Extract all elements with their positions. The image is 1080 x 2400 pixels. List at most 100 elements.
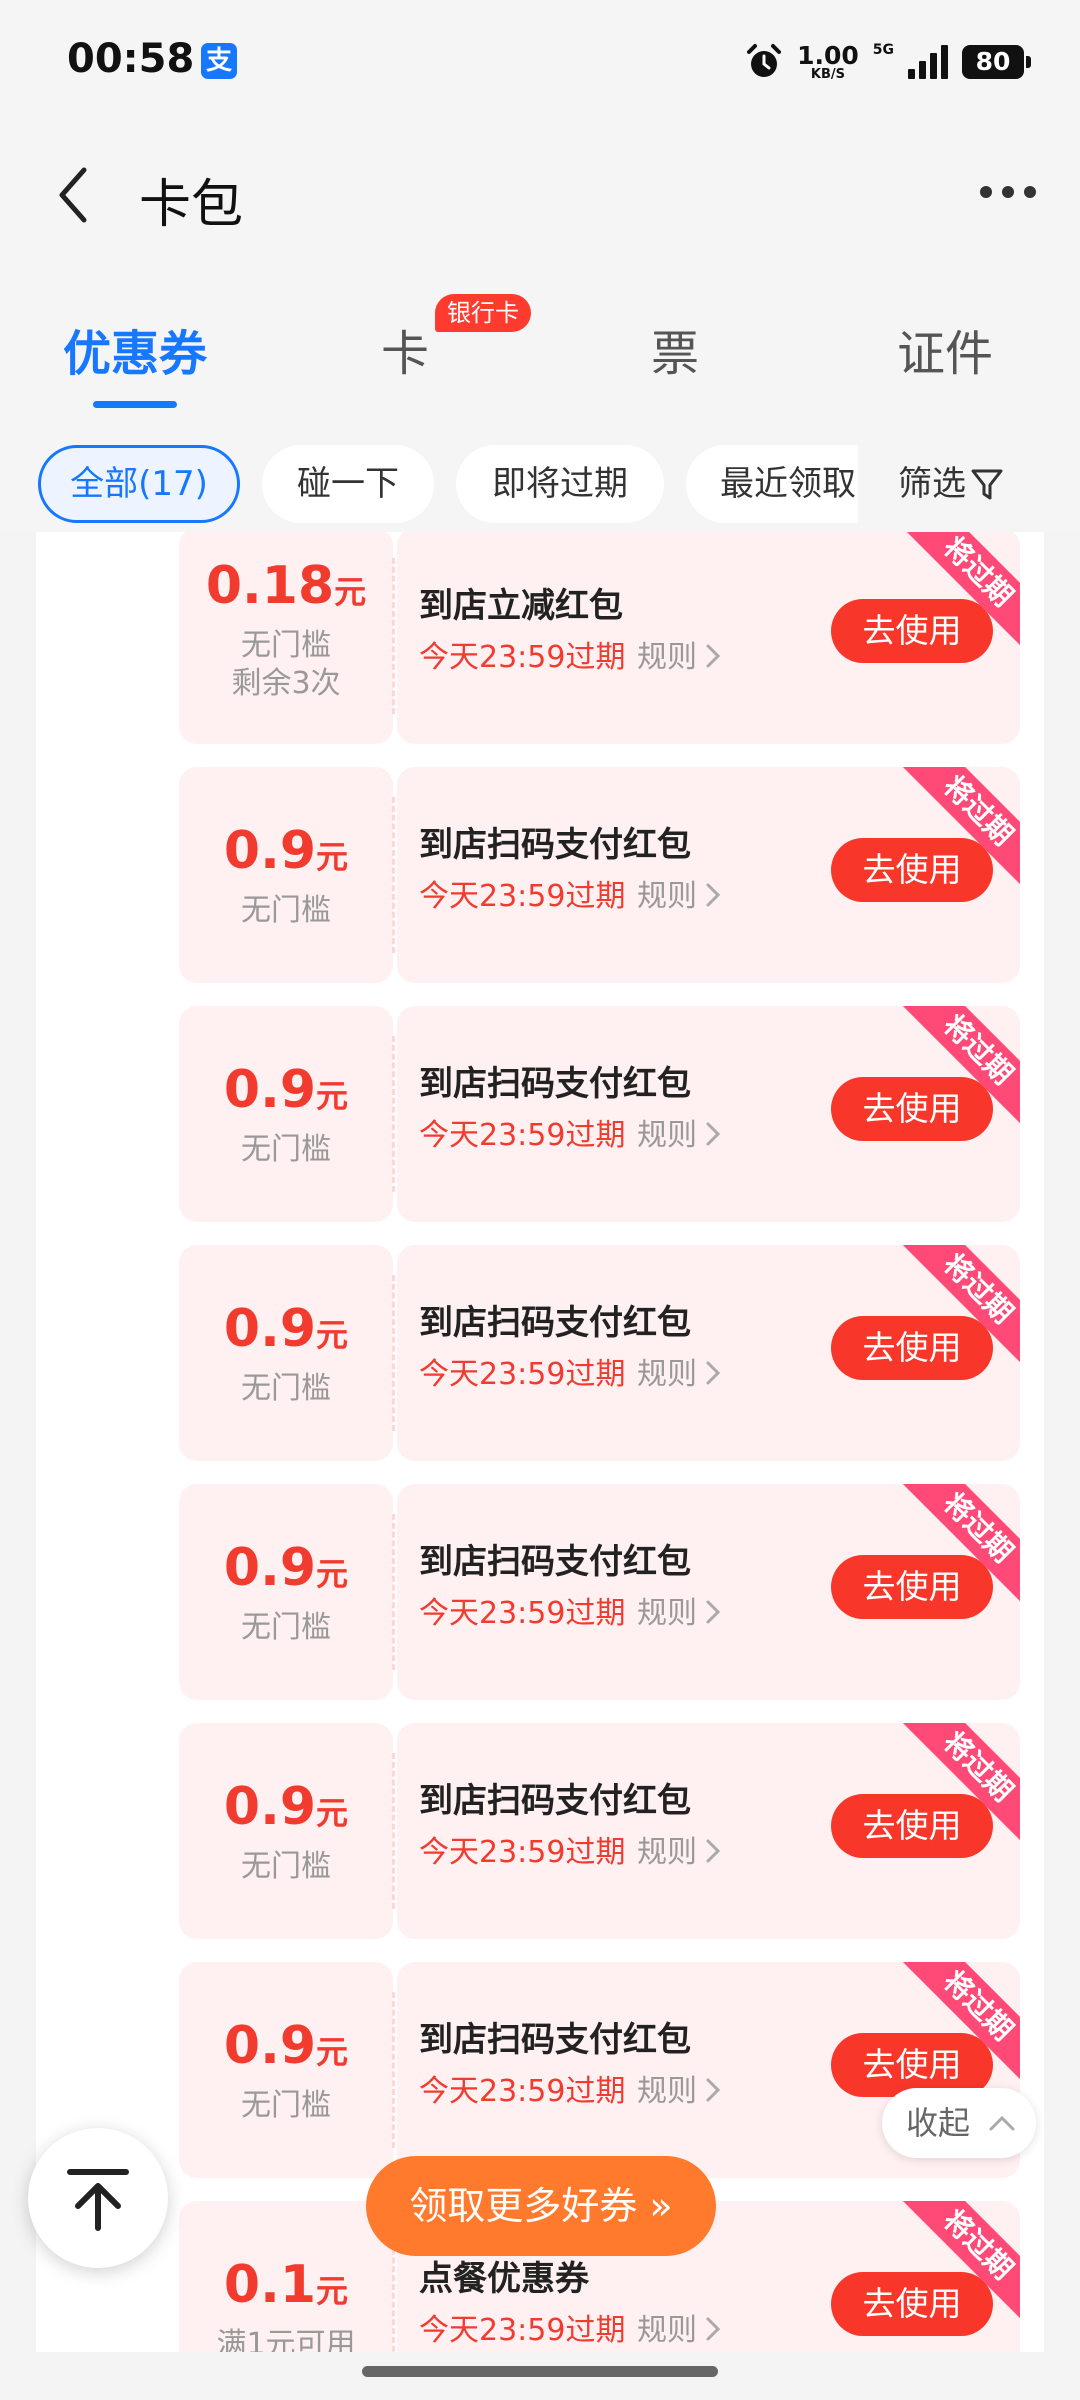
- use-coupon-button[interactable]: 去使用: [831, 1794, 993, 1858]
- tab-cards[interactable]: 卡: [381, 314, 429, 384]
- use-coupon-button[interactable]: 去使用: [831, 2272, 993, 2336]
- coupon-amount: 0.9元: [179, 1538, 393, 1598]
- coupon-amount-value: 0.9: [223, 1299, 317, 1359]
- coupon-divider: [392, 797, 395, 953]
- coupon-rules-link[interactable]: 规则: [637, 871, 723, 915]
- coupon-condition: 无门槛: [241, 1610, 331, 1645]
- coupon-title: 点餐优惠券: [419, 2259, 589, 2299]
- coupon-amount: 0.9元: [179, 1777, 393, 1837]
- collapse-button[interactable]: 收起: [882, 2088, 1036, 2158]
- tab-coupons[interactable]: 优惠券: [63, 314, 207, 384]
- coupon-rules-label: 规则: [637, 1118, 697, 1153]
- more-options-icon[interactable]: [978, 172, 1038, 212]
- arrow-to-top-icon: [67, 2169, 129, 2231]
- filter-label: 筛选: [898, 464, 966, 504]
- filter-chips: 全部(17) 碰一下 即将过期 最近领取 筛选: [0, 420, 1080, 532]
- coupon-rules-link[interactable]: 规则: [637, 1588, 723, 1632]
- tab-documents[interactable]: 证件: [897, 314, 993, 384]
- coupon-expiry: 今天23:59过期: [419, 1835, 626, 1870]
- coupon-remaining-uses: 剩余3次: [231, 666, 341, 701]
- chevron-right-icon: [706, 1839, 721, 1863]
- signal-icon: [908, 45, 948, 79]
- coupon-divider: [392, 1036, 395, 1192]
- coupon-expiry: 今天23:59过期: [419, 1596, 626, 1631]
- speed-value: 1.00: [797, 41, 859, 70]
- coupon-divider: [392, 1992, 395, 2148]
- coupon-divider: [392, 1514, 395, 1670]
- coupon-rules-label: 规则: [637, 1357, 697, 1392]
- coupon-amount-value: 0.9: [223, 1538, 317, 1598]
- network-type: 5G: [872, 42, 894, 58]
- coupon-rules-link[interactable]: 规则: [637, 2305, 723, 2349]
- filter-funnel-icon: [971, 469, 1003, 500]
- coupon-card[interactable]: 0.9元 无门槛 到店扫码支付红包 今天23:59过期 规则 去使用 将过期: [179, 1723, 1020, 1939]
- coupon-list: 0.18元 无门槛 剩余3次 到店立减红包 今天23:59过期 规则 去使用 将过期 0.9元无…: [36, 532, 1044, 2352]
- speed-unit: KB/S: [810, 67, 845, 82]
- coupon-rules-link[interactable]: 规则: [637, 1110, 723, 1154]
- get-more-coupons-button[interactable]: 领取更多好券 »: [366, 2156, 716, 2256]
- status-bar: 00:58 支 1.00 KB/S 5G 80: [0, 0, 1080, 124]
- chip-tap[interactable]: 碰一下: [262, 445, 434, 523]
- coupon-rules-link[interactable]: 规则: [637, 2066, 723, 2110]
- active-tab-indicator: [93, 401, 177, 408]
- nav-bar: 卡包: [0, 124, 1080, 264]
- coupon-rules-link[interactable]: 规则: [637, 1827, 723, 1871]
- use-coupon-button[interactable]: 去使用: [831, 1555, 993, 1619]
- coupon-card[interactable]: 0.9元 无门槛 到店扫码支付红包 今天23:59过期 规则 去使用 将过期: [179, 1006, 1020, 1222]
- coupon-value-panel: 0.1元 满1元可用: [179, 2201, 393, 2352]
- coupon-card[interactable]: 0.9元 无门槛 到店扫码支付红包 今天23:59过期 规则 去使用 将过期: [179, 767, 1020, 983]
- coupon-amount: 0.9元: [179, 821, 393, 881]
- use-coupon-button[interactable]: 去使用: [831, 838, 993, 902]
- coupon-rules-link[interactable]: 规则: [637, 632, 723, 676]
- use-coupon-button[interactable]: 去使用: [831, 599, 993, 663]
- coupon-title: 到店扫码支付红包: [419, 1542, 691, 1582]
- back-arrow-icon[interactable]: [48, 160, 108, 230]
- chevron-right-icon: [706, 644, 721, 668]
- coupon-rules-label: 规则: [637, 1835, 697, 1870]
- coupon-info-panel: 到店立减红包 今天23:59过期 规则 去使用 将过期: [397, 532, 1020, 744]
- coupon-amount-unit: 元: [316, 1555, 349, 1593]
- coupon-title: 到店扫码支付红包: [419, 825, 691, 865]
- coupon-amount-value: 0.9: [223, 1060, 317, 1120]
- filter-button[interactable]: 筛选: [858, 445, 1080, 523]
- coupon-info-panel: 到店扫码支付红包 今天23:59过期 规则 去使用 将过期: [397, 767, 1020, 983]
- coupon-amount: 0.9元: [179, 1299, 393, 1359]
- chip-expiring[interactable]: 即将过期: [456, 445, 664, 523]
- coupon-value-panel: 0.9元无门槛: [179, 767, 393, 983]
- chevron-right-icon: [706, 2078, 721, 2102]
- chevron-right-icon: [706, 1600, 721, 1624]
- bank-card-badge: 银行卡: [435, 294, 531, 332]
- coupon-condition: 无门槛: [241, 1132, 331, 1167]
- tab-tickets[interactable]: 票: [651, 314, 699, 384]
- scroll-to-top-button[interactable]: [28, 2128, 168, 2268]
- coupon-condition: 无门槛: [241, 1849, 331, 1884]
- home-indicator[interactable]: [362, 2366, 718, 2377]
- coupon-expiry: 今天23:59过期: [419, 1118, 626, 1153]
- coupon-amount-value: 0.18: [205, 556, 335, 616]
- coupon-rules-link[interactable]: 规则: [637, 1349, 723, 1393]
- coupon-card[interactable]: 0.9元 无门槛 到店扫码支付红包 今天23:59过期 规则 去使用 将过期: [179, 1245, 1020, 1461]
- coupon-amount: 0.18元: [179, 556, 393, 616]
- coupon-title: 到店扫码支付红包: [419, 1781, 691, 1821]
- coupon-info-panel: 到店扫码支付红包 今天23:59过期 规则 去使用 将过期: [397, 1484, 1020, 1700]
- coupon-rules-label: 规则: [637, 2313, 697, 2348]
- coupon-amount-value: 0.9: [223, 821, 317, 881]
- coupon-expiry: 今天23:59过期: [419, 1357, 626, 1392]
- coupon-divider: [392, 1275, 395, 1431]
- collapse-label: 收起: [906, 2104, 971, 2142]
- coupon-expiry: 今天23:59过期: [419, 879, 626, 914]
- coupon-value-panel: 0.9元 无门槛: [179, 1245, 393, 1461]
- coupon-value-panel: 0.9元 无门槛: [179, 1962, 393, 2178]
- coupon-rules-label: 规则: [637, 640, 697, 675]
- coupon-condition: 无门槛: [241, 893, 331, 928]
- coupon-divider: [392, 558, 395, 714]
- coupon-value-panel: 0.9元 无门槛: [179, 1006, 393, 1222]
- coupon-card[interactable]: 0.18元 无门槛 剩余3次 到店立减红包 今天23:59过期 规则 去使用 将过期: [179, 532, 1020, 744]
- use-coupon-button[interactable]: 去使用: [831, 1077, 993, 1141]
- chip-all[interactable]: 全部(17): [38, 445, 240, 523]
- use-coupon-button[interactable]: 去使用: [831, 1316, 993, 1380]
- coupon-rules-label: 规则: [637, 1596, 697, 1631]
- coupon-value-panel: 0.18元 无门槛 剩余3次: [179, 532, 393, 744]
- coupon-card[interactable]: 0.9元 无门槛 到店扫码支付红包 今天23:59过期 规则 去使用 将过期: [179, 1484, 1020, 1700]
- coupon-amount-unit: 元: [316, 1316, 349, 1354]
